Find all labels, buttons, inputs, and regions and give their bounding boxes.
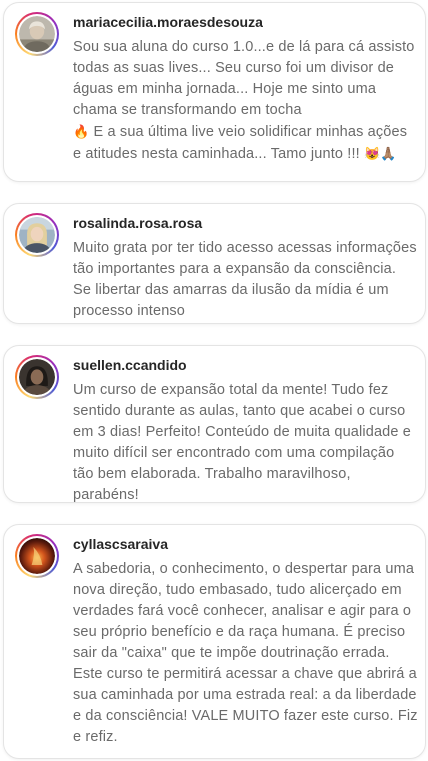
comment-username[interactable]: cyllascsaraiva [73, 535, 168, 553]
comment-card: rosalinda.rosa.rosa Muito grata por ter … [3, 203, 426, 324]
comment-text: Um curso de expansão total da mente! Tud… [73, 382, 411, 503]
comment-card: mariacecilia.moraesdesouza Sou sua aluna… [3, 2, 426, 182]
comment-text: Muito grata por ter tido acesso acessas … [73, 240, 417, 319]
fire-icon: 🔥 [73, 124, 90, 139]
woman-portrait-avatar-icon [19, 16, 55, 52]
comment-text-part: Sou sua aluna do curso 1.0...e de lá par… [73, 39, 415, 118]
avatar[interactable] [15, 12, 59, 56]
avatar[interactable] [15, 213, 59, 257]
comment-text: A sabedoria, o conhecimento, o despertar… [73, 561, 418, 745]
avatar[interactable] [15, 355, 59, 399]
heart-eyes-cat-icon: 😻🙏🏽 [364, 146, 397, 161]
comment-card: suellen.ccandido Um curso de expansão to… [3, 345, 426, 503]
comment-card: cyllascsaraiva A sabedoria, o conhecimen… [3, 524, 426, 759]
comment-text: Sou sua aluna do curso 1.0...e de lá par… [73, 37, 418, 165]
avatar[interactable] [15, 534, 59, 578]
comment-username[interactable]: mariacecilia.moraesdesouza [73, 13, 263, 31]
comment-feed: mariacecilia.moraesdesouza Sou sua aluna… [0, 0, 428, 761]
woman-dark-portrait-avatar-icon [19, 359, 55, 395]
comment-username[interactable]: rosalinda.rosa.rosa [73, 214, 202, 232]
woman-blonde-avatar-icon [19, 217, 55, 253]
fire-glow-avatar-icon [19, 538, 55, 574]
comment-text-part: E a sua última live veio solidificar min… [73, 124, 408, 162]
comment-username[interactable]: suellen.ccandido [73, 356, 187, 374]
